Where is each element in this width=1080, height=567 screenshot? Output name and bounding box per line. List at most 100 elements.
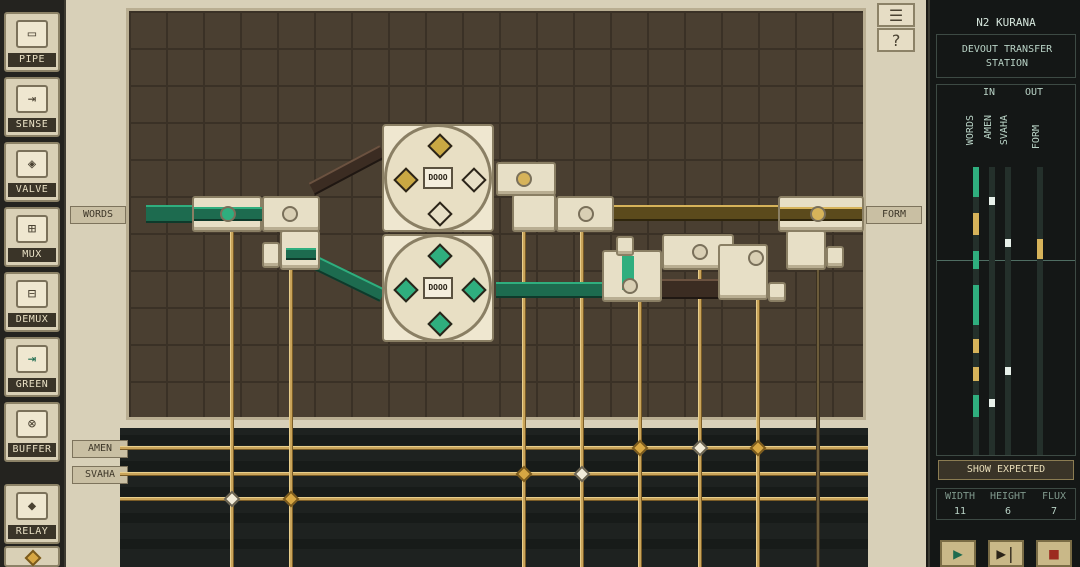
- channel-form-label: FORM: [1031, 125, 1042, 150]
- control-line: [522, 222, 526, 567]
- valve-icon: ◈: [16, 150, 48, 178]
- menu-button[interactable]: ☰: [877, 3, 915, 27]
- tool-demux[interactable]: ⊟ DEMUX: [4, 272, 60, 332]
- tool-label: DEMUX: [8, 313, 56, 327]
- demux-knob-icon: [748, 250, 764, 266]
- demux-component[interactable]: [496, 162, 556, 196]
- buffer-bottom[interactable]: DOOO: [384, 234, 492, 342]
- tool-sense[interactable]: ⇥ SENSE: [4, 77, 60, 137]
- green-gem-icon: [393, 277, 419, 303]
- tool-relay[interactable]: ◆ RELAY: [4, 484, 60, 544]
- stat-width-value: 11: [953, 506, 967, 517]
- mux-knob-icon: [282, 206, 298, 222]
- channel-svaha-label: SVAHA: [999, 115, 1010, 146]
- sense-icon: ⇥: [16, 85, 48, 113]
- input-words-label: WORDS: [70, 206, 126, 224]
- play-button[interactable]: ▶: [940, 540, 976, 567]
- stats-box: WIDTH HEIGHT FLUX 11 6 7: [936, 488, 1076, 520]
- channel-amen-label: AMEN: [983, 115, 994, 140]
- toggle-switch[interactable]: [616, 236, 634, 256]
- tool-label: MUX: [8, 248, 56, 262]
- location-title: N2 KURANA: [976, 16, 1036, 29]
- buffer-counter: DOOO: [423, 167, 453, 189]
- pipe-icon: ▭: [16, 20, 48, 48]
- tool-buffer[interactable]: ⊗ BUFFER: [4, 402, 60, 462]
- control-line: [289, 262, 293, 567]
- green-wire: [286, 248, 316, 260]
- demux-elbow[interactable]: [512, 194, 556, 232]
- output-knob-icon: [810, 206, 826, 222]
- help-icon: ?: [891, 30, 901, 50]
- gold-relay-icon: [24, 549, 42, 567]
- stat-flux-value: 7: [1050, 506, 1058, 517]
- toggle-switch[interactable]: [262, 242, 280, 268]
- sense-component[interactable]: [192, 196, 264, 232]
- control-line: [230, 222, 234, 567]
- green-wire: [496, 282, 604, 298]
- tool-label: GREEN: [8, 378, 56, 392]
- green-wire: [146, 205, 196, 223]
- tool-label: PIPE: [8, 53, 56, 67]
- tool-green[interactable]: ⇥ GREEN: [4, 337, 60, 397]
- demux-knob-icon: [516, 171, 532, 187]
- control-line: [638, 295, 642, 567]
- tool-mux[interactable]: ⊞ MUX: [4, 207, 60, 267]
- control-line: [756, 262, 760, 567]
- tool-label: SENSE: [8, 118, 56, 132]
- in-label: IN: [983, 87, 996, 98]
- gold-gem-icon: [393, 167, 419, 193]
- tool-label: BUFFER: [8, 443, 56, 457]
- stop-icon: ■: [1049, 544, 1059, 563]
- stat-flux-label: FLUX: [1041, 491, 1067, 502]
- play-icon: ▶: [953, 544, 963, 563]
- menu-icon: ☰: [888, 5, 904, 25]
- buffer-top[interactable]: DOOO: [384, 124, 492, 232]
- amen-track: [989, 167, 995, 455]
- sense-knob-icon: [220, 206, 236, 222]
- empty-gem-icon: [461, 167, 487, 193]
- gold-gem-icon: [427, 133, 453, 159]
- station-name: DEVOUT TRANSFER STATION: [961, 44, 1053, 69]
- stop-button[interactable]: ■: [1036, 540, 1072, 567]
- form-track: [1037, 167, 1043, 455]
- green-gem-icon: [427, 311, 453, 337]
- control-line-dark: [816, 262, 820, 567]
- relay-icon: ◆: [16, 492, 48, 520]
- valve-component[interactable]: [556, 196, 614, 232]
- toggle-switch[interactable]: [768, 282, 786, 302]
- tool-label: RELAY: [8, 525, 56, 539]
- tool-valve[interactable]: ◈ VALVE: [4, 142, 60, 202]
- demux-component-2[interactable]: [718, 244, 768, 300]
- mux-component[interactable]: [262, 196, 320, 232]
- valve-knob-icon: [692, 244, 708, 260]
- stat-width-label: WIDTH: [944, 491, 976, 502]
- component-palette: ▭ PIPE ⇥ SENSE ◈ VALVE ⊞ MUX ⊟ DEMUX ⇥ G…: [0, 0, 66, 567]
- toggle-switch[interactable]: [826, 246, 844, 268]
- green-icon: ⇥: [16, 345, 48, 373]
- show-expected-button[interactable]: SHOW EXPECTED: [938, 460, 1074, 480]
- green-gem-icon: [427, 243, 453, 269]
- help-button[interactable]: ?: [877, 28, 915, 52]
- demux-icon: ⊟: [16, 280, 48, 308]
- svaha-track: [1005, 167, 1011, 455]
- mux-component-2[interactable]: [602, 250, 662, 302]
- stat-height-value: 6: [1004, 506, 1012, 517]
- mux-icon: ⊞: [16, 215, 48, 243]
- waveform-box: IN OUT WORDS AMEN SVAHA FORM: [936, 84, 1076, 456]
- control-line: [698, 262, 702, 567]
- tool-label: VALVE: [8, 183, 56, 197]
- output-form-label: FORM: [866, 206, 922, 224]
- green-gem-icon: [461, 277, 487, 303]
- info-panel: N2 KURANA DEVOUT TRANSFER STATION IN OUT…: [928, 0, 1080, 567]
- valve-knob-icon: [578, 206, 594, 222]
- step-button[interactable]: ▶|: [988, 540, 1024, 567]
- tool-gold-relay[interactable]: [4, 546, 60, 567]
- output-sense-component[interactable]: [778, 196, 864, 232]
- buffer-icon: ⊗: [16, 410, 48, 438]
- gold-wire: [610, 205, 780, 221]
- station-box: DEVOUT TRANSFER STATION: [936, 34, 1076, 78]
- tool-pipe[interactable]: ▭ PIPE: [4, 12, 60, 72]
- mux-elbow[interactable]: [280, 230, 320, 270]
- channel-words-label: WORDS: [965, 115, 976, 146]
- output-elbow[interactable]: [786, 230, 826, 270]
